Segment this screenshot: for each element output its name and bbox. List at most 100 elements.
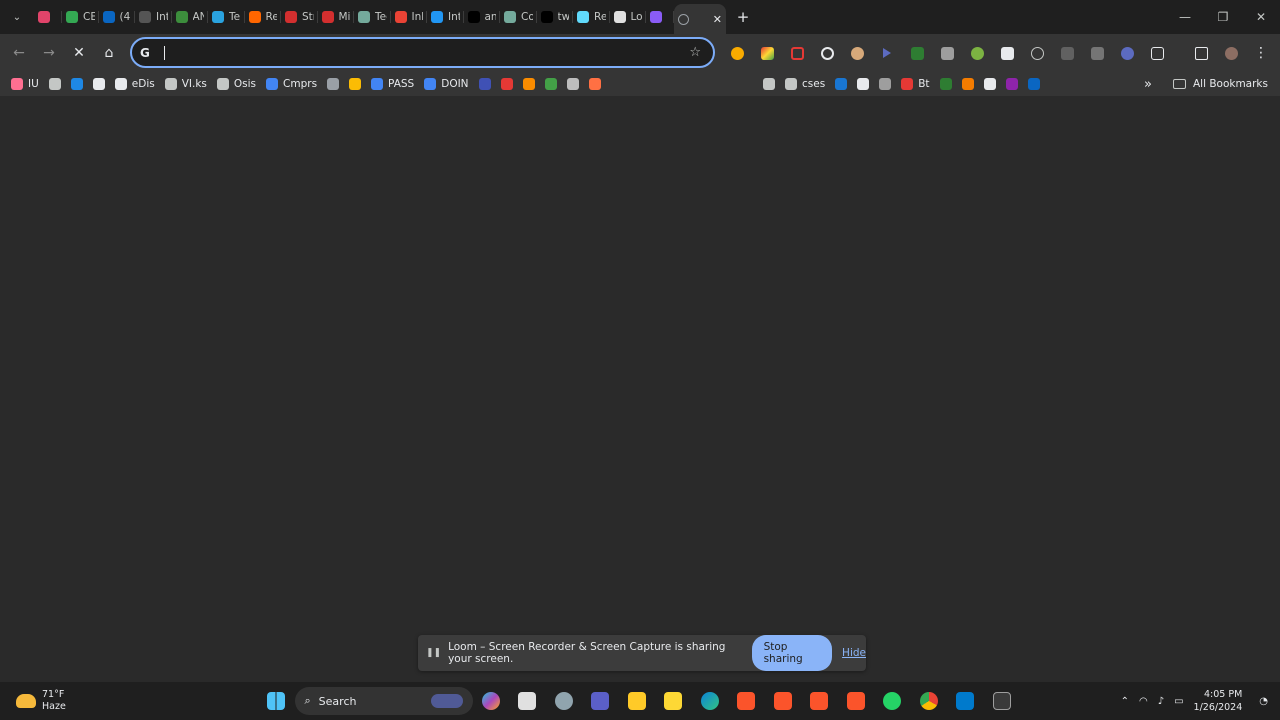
brave-dev-icon[interactable] xyxy=(838,692,875,710)
speaker-icon[interactable]: ♪ xyxy=(1158,696,1164,707)
new-tab-button[interactable]: + xyxy=(732,6,754,28)
bookmark-item[interactable] xyxy=(322,72,344,96)
chevron-up-icon[interactable]: ⌃ xyxy=(1121,696,1129,707)
bookmark-item[interactable] xyxy=(518,72,540,96)
bookmark-item[interactable]: VI.ks xyxy=(160,72,212,96)
bookmark-item[interactable]: PASS xyxy=(366,72,419,96)
bookmark-item[interactable] xyxy=(88,72,110,96)
profile-avatar[interactable] xyxy=(1216,46,1246,60)
tab[interactable]: Inb xyxy=(391,4,428,30)
hide-link[interactable]: Hide xyxy=(842,647,866,659)
stop-sharing-button[interactable]: Stop sharing xyxy=(751,635,833,671)
tab[interactable]: (4) L xyxy=(99,4,136,30)
tab[interactable]: Loo xyxy=(610,4,647,30)
weather-widget[interactable]: 71°F Haze xyxy=(16,682,66,720)
address-bar[interactable]: G ☆ xyxy=(130,37,715,68)
menu-kebab-icon[interactable]: ⋮ xyxy=(1246,45,1276,61)
back-button[interactable]: ← xyxy=(4,38,34,68)
close-tab-icon[interactable]: ✕ xyxy=(713,13,722,26)
tab[interactable]: twit xyxy=(537,4,574,30)
extension-record-icon[interactable] xyxy=(782,46,812,60)
bookmark-item[interactable] xyxy=(979,72,1001,96)
extension-green-icon[interactable] xyxy=(902,46,932,60)
vscode-icon[interactable] xyxy=(947,692,984,710)
extension-play-icon[interactable] xyxy=(872,48,902,58)
bookmark-item[interactable] xyxy=(496,72,518,96)
bookmark-item[interactable]: eDis xyxy=(110,72,160,96)
forward-button[interactable]: → xyxy=(34,38,64,68)
tab[interactable]: Rea xyxy=(245,4,282,30)
tab-active[interactable]: ✕ xyxy=(674,4,726,34)
bookmark-item[interactable] xyxy=(66,72,88,96)
extension-glasses-icon[interactable] xyxy=(1082,46,1112,60)
clock[interactable]: 4:05 PM 1/26/2024 xyxy=(1194,688,1243,714)
restore-button[interactable]: ❐ xyxy=(1204,0,1242,34)
bookmark-item[interactable]: DOIN xyxy=(419,72,473,96)
wifi-icon[interactable]: ◠ xyxy=(1139,696,1148,707)
bookmark-item[interactable] xyxy=(344,72,366,96)
all-bookmarks-button[interactable]: All Bookmarks xyxy=(1172,72,1268,96)
bookmark-item[interactable]: cses xyxy=(780,72,830,96)
bookmark-item[interactable] xyxy=(44,72,66,96)
extension-warning-icon[interactable] xyxy=(722,46,752,60)
tab-search-button[interactable]: ⌄ xyxy=(6,6,28,28)
start-button[interactable] xyxy=(258,692,295,710)
file-explorer-icon[interactable] xyxy=(619,692,656,710)
brave-nightly-icon[interactable] xyxy=(801,692,838,710)
extension-gear-icon[interactable] xyxy=(1112,46,1142,60)
brave-beta-icon[interactable] xyxy=(765,692,802,710)
bookmark-item[interactable]: IU xyxy=(6,72,44,96)
bookmark-item[interactable] xyxy=(957,72,979,96)
tab[interactable]: ANI xyxy=(172,4,209,30)
tab[interactable]: Inte xyxy=(427,4,464,30)
tab[interactable]: Tele xyxy=(208,4,245,30)
notification-icon[interactable]: ◔ xyxy=(1259,696,1268,707)
extension-face-icon[interactable] xyxy=(842,46,872,60)
tab[interactable]: Coll xyxy=(500,4,537,30)
brave-icon[interactable] xyxy=(728,692,765,710)
whatsapp-icon[interactable] xyxy=(874,692,911,710)
extension-s-icon[interactable] xyxy=(992,46,1022,60)
bookmark-item[interactable] xyxy=(584,72,606,96)
extension-sh-icon[interactable] xyxy=(932,46,962,60)
edge-icon[interactable] xyxy=(692,692,729,710)
extensions-puzzle-icon[interactable] xyxy=(1142,46,1172,60)
bookmark-item[interactable] xyxy=(874,72,896,96)
tab[interactable]: Striv xyxy=(281,4,318,30)
close-window-button[interactable]: ✕ xyxy=(1242,0,1280,34)
home-button[interactable]: ⌂ xyxy=(94,38,124,68)
tab[interactable]: Tecl xyxy=(354,4,391,30)
chrome-icon[interactable] xyxy=(911,692,948,710)
bookmark-item[interactable]: Cmprs xyxy=(261,72,322,96)
extension-instagram-icon[interactable] xyxy=(812,46,842,60)
extension-ci-icon[interactable] xyxy=(1052,46,1082,60)
task-view-icon[interactable] xyxy=(509,692,546,710)
settings-icon[interactable] xyxy=(546,692,583,710)
bookmark-item[interactable] xyxy=(830,72,852,96)
tab[interactable]: anil xyxy=(464,4,501,30)
tab[interactable]: Inte xyxy=(135,4,172,30)
taskbar-search[interactable]: ⌕ Search xyxy=(294,687,473,715)
teams-icon[interactable] xyxy=(582,692,619,710)
tab[interactable]: CER xyxy=(62,4,99,30)
bookmark-item[interactable]: Osis xyxy=(212,72,261,96)
bookmark-item[interactable] xyxy=(852,72,874,96)
minimize-button[interactable]: — xyxy=(1166,0,1204,34)
extension-plus-icon[interactable] xyxy=(962,46,992,60)
extension-colorful-icon[interactable] xyxy=(752,46,782,60)
bookmark-star-icon[interactable]: ☆ xyxy=(689,45,701,60)
copilot-icon[interactable] xyxy=(473,692,510,710)
bookmark-item[interactable] xyxy=(474,72,496,96)
stop-button[interactable]: ✕ xyxy=(64,38,94,68)
battery-icon[interactable]: ▭ xyxy=(1174,696,1183,707)
address-input[interactable] xyxy=(171,45,713,60)
terminal-icon[interactable] xyxy=(984,692,1021,710)
extension-react-icon[interactable] xyxy=(1022,46,1052,60)
bookmark-item[interactable] xyxy=(935,72,957,96)
bookmark-item[interactable]: Bt xyxy=(896,72,934,96)
tab[interactable] xyxy=(646,4,674,30)
bookmark-item[interactable] xyxy=(758,72,780,96)
tab[interactable] xyxy=(34,4,62,30)
tab[interactable]: Min xyxy=(318,4,355,30)
sticky-notes-icon[interactable] xyxy=(655,692,692,710)
